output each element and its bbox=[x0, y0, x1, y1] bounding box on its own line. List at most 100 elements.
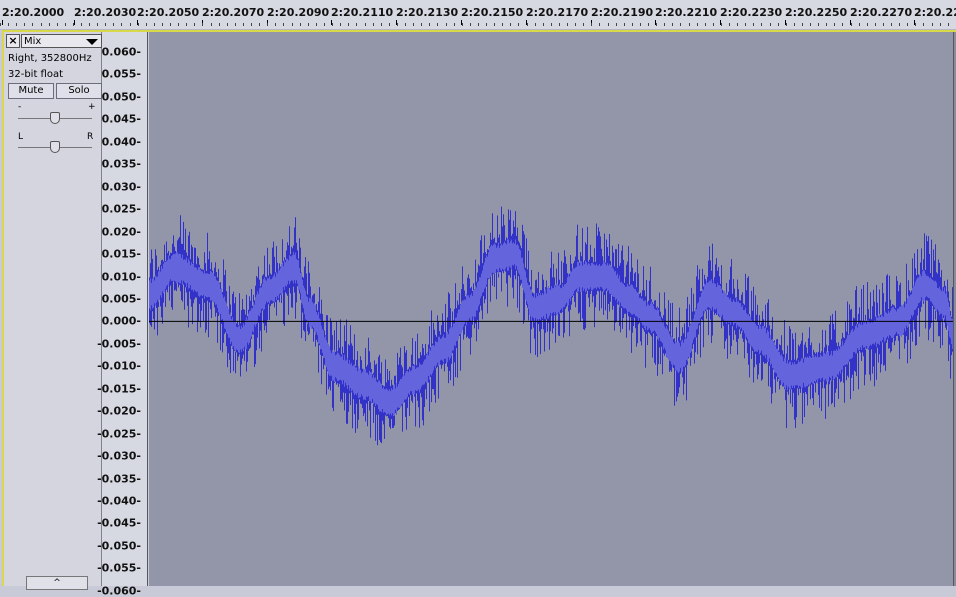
ruler-minor-tick bbox=[49, 23, 50, 26]
ruler-minor-tick bbox=[243, 23, 244, 26]
ruler-minor-tick bbox=[405, 23, 406, 26]
amplitude-label: 0.040- bbox=[101, 135, 141, 149]
ruler-time-label: 2:20.2130 bbox=[396, 6, 459, 19]
pan-slider-thumb[interactable] bbox=[50, 141, 60, 153]
ruler-minor-tick bbox=[737, 23, 738, 26]
amplitude-label: 0.050- bbox=[101, 90, 141, 104]
ruler-minor-tick bbox=[672, 23, 673, 26]
ruler-minor-tick bbox=[559, 23, 560, 26]
ruler-minor-tick bbox=[859, 23, 860, 26]
ruler-minor-tick bbox=[478, 23, 479, 26]
ruler-minor-tick bbox=[851, 23, 852, 26]
ruler-minor-tick bbox=[664, 23, 665, 26]
ruler-minor-tick bbox=[891, 23, 892, 26]
ruler-minor-tick bbox=[899, 23, 900, 26]
ruler-minor-tick bbox=[721, 23, 722, 26]
ruler-time-label: 2:20.2190 bbox=[591, 6, 654, 19]
ruler-minor-tick bbox=[518, 23, 519, 26]
ruler-minor-tick bbox=[729, 23, 730, 26]
ruler-minor-tick bbox=[551, 23, 552, 26]
ruler-minor-tick bbox=[875, 23, 876, 26]
ruler-minor-tick bbox=[235, 23, 236, 26]
ruler-minor-tick bbox=[778, 23, 779, 26]
gain-plus-label: + bbox=[88, 102, 96, 112]
track-name-label: Mix bbox=[24, 36, 42, 47]
amplitude-label: -0.030- bbox=[97, 449, 141, 463]
ruler-minor-tick bbox=[178, 23, 179, 26]
ruler-minor-tick bbox=[316, 23, 317, 26]
ruler-time-label: 2:20.2230 bbox=[720, 6, 783, 19]
ruler-minor-tick bbox=[0, 23, 1, 26]
ruler-minor-tick bbox=[591, 23, 592, 26]
amplitude-label: -0.010- bbox=[97, 359, 141, 373]
ruler-minor-tick bbox=[567, 23, 568, 26]
ruler-minor-tick bbox=[510, 23, 511, 26]
pan-left-label: L bbox=[18, 132, 24, 142]
ruler-time-label: 2:20.2030 bbox=[74, 6, 137, 19]
ruler-minor-tick bbox=[454, 23, 455, 26]
ruler-minor-tick bbox=[705, 23, 706, 26]
ruler-time-label: 2:20.2110 bbox=[331, 6, 394, 19]
ruler-time-label: 2:20.2090 bbox=[267, 6, 330, 19]
amplitude-label: 0.025- bbox=[101, 202, 141, 216]
ruler-time-label: 2:20.2000 bbox=[2, 6, 65, 19]
amplitude-ruler: 0.060- 0.055- 0.050- 0.045- 0.040- 0.035- 0.03… bbox=[97, 32, 148, 597]
ruler-minor-tick bbox=[867, 23, 868, 26]
ruler-minor-tick bbox=[470, 23, 471, 26]
ruler-major-tick bbox=[74, 20, 75, 25]
ruler-minor-tick bbox=[429, 23, 430, 26]
ruler-minor-tick bbox=[575, 23, 576, 26]
ruler-minor-tick bbox=[842, 23, 843, 26]
ruler-minor-tick bbox=[81, 23, 82, 26]
ruler-minor-tick bbox=[802, 23, 803, 26]
ruler-minor-tick bbox=[689, 23, 690, 26]
ruler-time-label: 2:20.2170 bbox=[526, 6, 589, 19]
ruler-minor-tick bbox=[932, 23, 933, 26]
close-icon[interactable]: × bbox=[6, 34, 20, 48]
ruler-minor-tick bbox=[494, 23, 495, 26]
ruler-minor-tick bbox=[786, 23, 787, 26]
gain-slider-thumb[interactable] bbox=[50, 112, 60, 124]
ruler-minor-tick bbox=[446, 23, 447, 26]
ruler-minor-tick bbox=[130, 23, 131, 26]
amplitude-label: 0.030- bbox=[101, 180, 141, 194]
waveform bbox=[149, 206, 953, 446]
ruler-minor-tick bbox=[275, 23, 276, 26]
ruler-minor-tick bbox=[462, 23, 463, 26]
ruler-minor-tick bbox=[697, 23, 698, 26]
collapse-track-button[interactable]: ^ bbox=[26, 576, 88, 590]
timeline-ruler[interactable]: 2:20.2000 2:20.2030 2:20.2050 2:20.2070 2:20… bbox=[0, 0, 956, 30]
solo-button[interactable]: Solo bbox=[56, 83, 102, 99]
ruler-minor-tick bbox=[365, 23, 366, 26]
amplitude-label: 0.035- bbox=[101, 157, 141, 171]
mute-button[interactable]: Mute bbox=[8, 83, 54, 99]
ruler-minor-tick bbox=[381, 23, 382, 26]
ruler-minor-tick bbox=[105, 23, 106, 26]
amplitude-label: 0.060- bbox=[101, 45, 141, 59]
ruler-minor-tick bbox=[940, 23, 941, 26]
track-name-menu[interactable]: Mix bbox=[21, 34, 102, 48]
ruler-time-label: 2:20.22 bbox=[914, 6, 956, 19]
channel-info: Right, 352800Hz bbox=[8, 53, 92, 64]
ruler-minor-tick bbox=[283, 23, 284, 26]
ruler-minor-tick bbox=[292, 23, 293, 26]
ruler-minor-tick bbox=[300, 23, 301, 26]
ruler-minor-tick bbox=[421, 23, 422, 26]
waveform-display[interactable] bbox=[149, 32, 953, 586]
ruler-minor-tick bbox=[794, 23, 795, 26]
amplitude-label: -0.035- bbox=[97, 472, 141, 486]
ruler-minor-tick bbox=[543, 23, 544, 26]
ruler-minor-tick bbox=[761, 23, 762, 26]
audio-track[interactable]: × Mix Right, 352800Hz 32-bit float Mute … bbox=[2, 30, 956, 597]
ruler-minor-tick bbox=[648, 23, 649, 26]
ruler-minor-tick bbox=[308, 23, 309, 26]
amplitude-label: 0.005- bbox=[101, 292, 141, 306]
ruler-minor-tick bbox=[348, 23, 349, 26]
ruler-minor-tick bbox=[267, 23, 268, 26]
ruler-minor-tick bbox=[146, 23, 147, 26]
ruler-minor-tick bbox=[113, 23, 114, 26]
ruler-minor-tick bbox=[624, 23, 625, 26]
ruler-major-tick bbox=[2, 20, 3, 25]
ruler-minor-tick bbox=[632, 23, 633, 26]
ruler-minor-tick bbox=[186, 23, 187, 26]
